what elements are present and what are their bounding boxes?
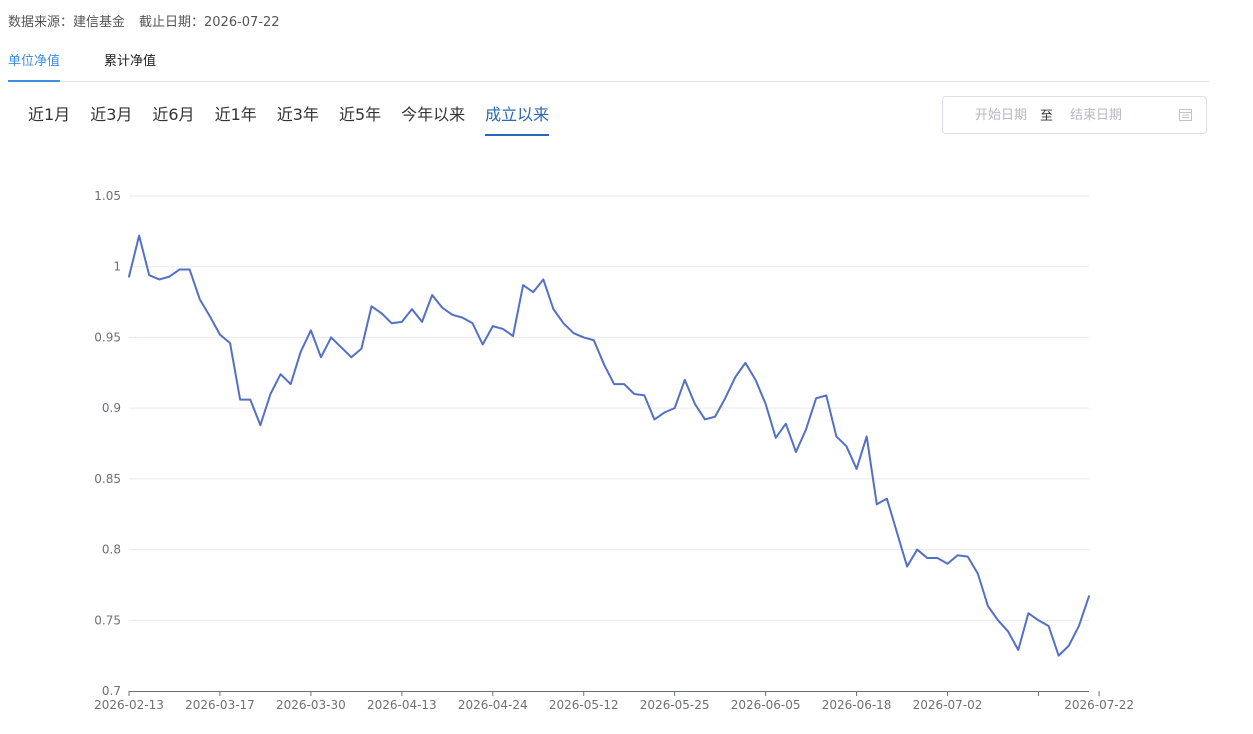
chart-grid: [129, 195, 1089, 621]
x-tick-label: 2026-05-12: [549, 698, 619, 712]
x-tick-label: 2026-04-24: [458, 698, 528, 712]
x-tick-label: 2026-05-25: [640, 698, 710, 712]
x-tick-label: 2026-06-05: [731, 698, 801, 712]
y-tick-label: 0.9: [102, 401, 121, 415]
y-tick-label: 1.05: [94, 189, 121, 203]
nav-series-line: [128, 234, 1090, 657]
chart-axes: 0.7 0.75 0.8 0.85 0.9 0.95 1 1.05 2026-02-13 2026…: [94, 189, 1134, 712]
y-tick-label: 0.85: [94, 472, 121, 486]
y-tick-label: 0.7: [102, 684, 121, 698]
y-tick-label: 0.75: [94, 613, 121, 627]
nav-line-chart: 0.7 0.75 0.8 0.85 0.9 0.95 1 1.05 2026-02-13 2026…: [94, 189, 1134, 712]
x-tick-label: 2026-07-02: [913, 698, 983, 712]
y-tick-label: 0.95: [94, 330, 121, 344]
chart-series: [128, 234, 1090, 657]
y-tick-label: 0.8: [102, 543, 121, 557]
x-tick-label: 2026-03-30: [276, 698, 346, 712]
x-tick-label: 2026-04-13: [367, 698, 437, 712]
y-tick-label: 1: [113, 260, 121, 274]
x-tick-label: 2026-03-17: [185, 698, 255, 712]
x-tick-label: 2026-07-22: [1064, 698, 1134, 712]
x-tick-label: 2026-02-13: [94, 698, 164, 712]
x-tick-label: 2026-06-18: [822, 698, 892, 712]
